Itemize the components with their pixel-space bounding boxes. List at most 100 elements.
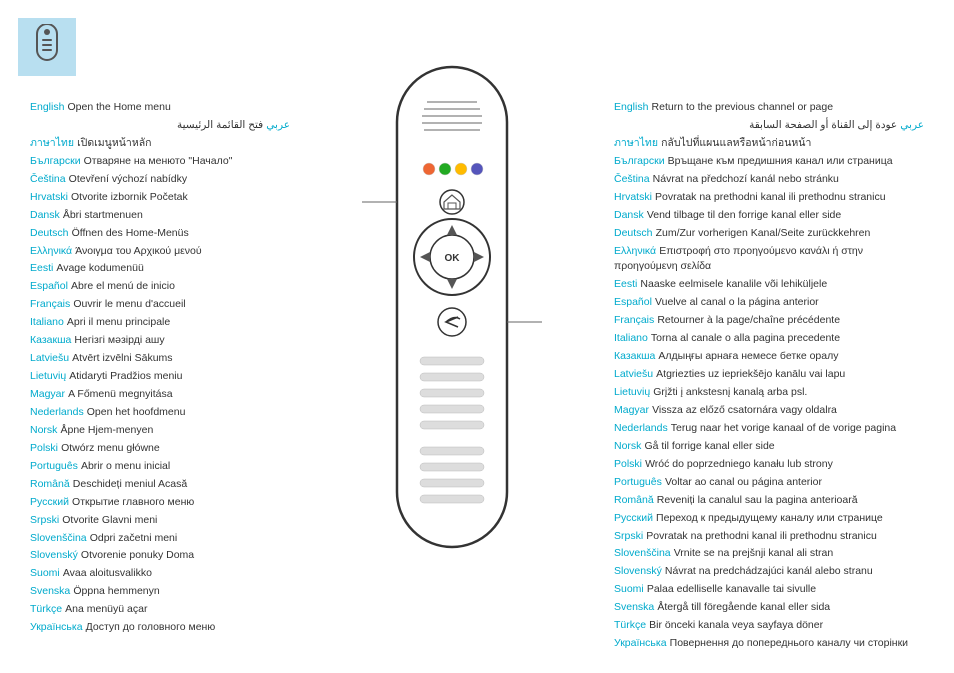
- lang-text: A Főmenü megnyitása: [68, 388, 172, 400]
- lang-label-arabic: عربي: [266, 119, 290, 131]
- lang-item: Українська Повернення до попереднього ка…: [614, 636, 924, 652]
- lang-item: Slovenský Otvorenie ponuky Doma: [30, 548, 290, 564]
- lang-label: Dansk: [30, 209, 60, 221]
- lang-item: Latviešu Atgriezties uz iepriekšējo kanā…: [614, 367, 924, 383]
- lang-label: Slovenský: [30, 549, 78, 561]
- lang-text: Vrnite se na prejšnji kanal ali stran: [674, 547, 834, 559]
- lang-label: Русский: [614, 512, 653, 524]
- lang-text: Ouvrir le menu d'accueil: [73, 298, 185, 310]
- lang-label: Italiano: [614, 332, 648, 344]
- lang-text: Vissza az előző csatornára vagy oldalra: [652, 404, 837, 416]
- lang-label: Srpski: [30, 514, 59, 526]
- lang-text: Ana menüyü açar: [65, 603, 147, 615]
- lang-text-arabic: فتح القائمة الرئيسية: [177, 119, 263, 131]
- lang-label: Srpski: [614, 530, 643, 542]
- left-items-container: English Open the Home menu عربي فتح القائ…: [30, 100, 290, 636]
- lang-item: Українська Доступ до головного меню: [30, 620, 290, 636]
- lang-label: Казакша: [30, 334, 71, 346]
- lang-label: Hrvatski: [614, 191, 652, 203]
- lang-text: Otevření výchozí nabídky: [69, 173, 187, 185]
- lang-text: เปิดเมนูหน้าหลัก: [77, 137, 151, 149]
- lang-label: Français: [30, 298, 70, 310]
- lang-text: Open the Home menu: [68, 101, 171, 113]
- lang-label: Latviešu: [30, 352, 69, 364]
- lang-text: Return to the previous channel or page: [652, 101, 834, 113]
- lang-label: Hrvatski: [30, 191, 68, 203]
- lang-item: ภาษาไทย กลับไปที่แผนแลหรือหน้าก่อนหน้า: [614, 136, 924, 152]
- lang-item: Dansk Vend tilbage til den forrige kanal…: [614, 208, 924, 224]
- lang-label: Română: [614, 494, 654, 506]
- lang-label: English: [30, 101, 64, 113]
- lang-label: Čeština: [30, 173, 66, 185]
- lang-label: ภาษาไทย: [30, 137, 74, 149]
- lang-label: Slovenščina: [614, 547, 671, 559]
- lang-text: Öffnen des Home-Menüs: [72, 227, 189, 239]
- lang-item: Slovenščina Vrnite se na prejšnji kanal …: [614, 546, 924, 562]
- lang-text: Grįžti į ankstesnį kanalą arba psl.: [653, 386, 807, 398]
- lang-text: Abre el menú de inicio: [71, 280, 175, 292]
- page-container: English Open the Home menu عربي فتح القائ…: [0, 0, 954, 673]
- lang-text: Негізгі мәзірді ашу: [74, 334, 164, 346]
- lang-item: Srpski Povratak na prethodni kanal ili p…: [614, 529, 924, 545]
- lang-label: Ελληνικά: [614, 245, 656, 257]
- lang-label: Norsk: [614, 440, 641, 452]
- lang-label: Türkçe: [30, 603, 62, 615]
- lang-item: Eesti Naaske eelmisele kanalile või lehi…: [614, 277, 924, 293]
- lang-text: Åpne Hjem-menyen: [60, 424, 153, 436]
- lang-label: Dansk: [614, 209, 644, 221]
- lang-item: Türkçe Bir önceki kanala veya sayfaya dö…: [614, 618, 924, 634]
- lang-label: Eesti: [614, 278, 637, 290]
- right-panel: English Return to the previous channel o…: [614, 20, 924, 653]
- lang-item: Srpski Otvorite Glavni meni: [30, 513, 290, 529]
- lang-item: Italiano Torna al canale o alla pagina p…: [614, 331, 924, 347]
- lang-text: Åbri startmenuen: [63, 209, 143, 221]
- lang-item: Казакша Алдыңғы арнаға немесе бетке орал…: [614, 349, 924, 365]
- lang-item: Magyar Vissza az előző csatornára vagy o…: [614, 403, 924, 419]
- lang-item: Italiano Apri il menu principale: [30, 315, 290, 331]
- lang-label: Polski: [614, 458, 642, 470]
- lang-text: Повернення до попереднього каналу чи сто…: [670, 637, 908, 649]
- lang-label-arabic: عربي: [900, 119, 924, 131]
- lang-text: Öppna hemmenyn: [73, 585, 159, 597]
- lang-item: Български Връщане към предишния канал ил…: [614, 154, 924, 170]
- lang-text: Reveniți la canalul sau la pagina anteri…: [657, 494, 858, 506]
- lang-text: Atgriezties uz iepriekšējo kanālu vai la…: [656, 368, 845, 380]
- lang-text: Återgå till föregående kanal eller sida: [657, 601, 830, 613]
- lang-label: Magyar: [614, 404, 649, 416]
- lang-label: Español: [614, 296, 652, 308]
- lang-text: Deschideți meniul Acasă: [73, 478, 187, 490]
- lang-label: Deutsch: [30, 227, 69, 239]
- lang-item: Ελληνικά Άνοιγμα του Αρχικού μενού: [30, 244, 290, 260]
- lang-item: Eesti Avage kodumenüü: [30, 261, 290, 277]
- lang-text: Atvērt izvēlni Sākums: [72, 352, 172, 364]
- lang-item: Norsk Åpne Hjem-menyen: [30, 423, 290, 439]
- lang-item: Lietuvių Grįžti į ankstesnį kanalą arba …: [614, 385, 924, 401]
- lang-label: Português: [614, 476, 662, 488]
- lang-label: Казакша: [614, 350, 655, 362]
- lang-text: Abrir o menu inicial: [81, 460, 170, 472]
- svg-text:OK: OK: [445, 253, 461, 264]
- lang-item: Lietuvių Atidaryti Pradžios meniu: [30, 369, 290, 385]
- lang-item: ภาษาไทย เปิดเมนูหน้าหลัก: [30, 136, 290, 152]
- lang-label: Norsk: [30, 424, 57, 436]
- lang-text: Переход к предыдущему каналу или страниц…: [656, 512, 883, 524]
- lang-label: Русский: [30, 496, 69, 508]
- lang-text: Avaa aloitusvalikko: [63, 567, 152, 579]
- lang-item: Deutsch Öffnen des Home-Menüs: [30, 226, 290, 242]
- lang-text: Доступ до головного меню: [86, 621, 216, 633]
- lang-text: Povratak na prethodni kanal ili prethodn…: [646, 530, 877, 542]
- lang-item: Français Ouvrir le menu d'accueil: [30, 297, 290, 313]
- lang-text: Otvorite izbornik Početak: [71, 191, 188, 203]
- lang-item: Français Retourner à la page/chaîne préc…: [614, 313, 924, 329]
- lang-text: Gå til forrige kanal eller side: [644, 440, 774, 452]
- lang-label: Svenska: [30, 585, 70, 597]
- lang-text: Palaa edelliselle kanavalle tai sivulle: [647, 583, 816, 595]
- lang-text: Retourner à la page/chaîne précédente: [657, 314, 840, 326]
- lang-text: Naaske eelmisele kanalile või lehiküljel…: [640, 278, 827, 290]
- lang-label: Português: [30, 460, 78, 472]
- lang-text: Zum/Zur vorherigen Kanal/Seite zurückkeh…: [656, 227, 871, 239]
- lang-text: Алдыңғы арнаға немесе бетке оралу: [658, 350, 838, 362]
- lang-item: Svenska Återgå till föregående kanal ell…: [614, 600, 924, 616]
- lang-item: Русский Переход к предыдущему каналу или…: [614, 511, 924, 527]
- lang-text: Povratak na prethodni kanal ili prethodn…: [655, 191, 886, 203]
